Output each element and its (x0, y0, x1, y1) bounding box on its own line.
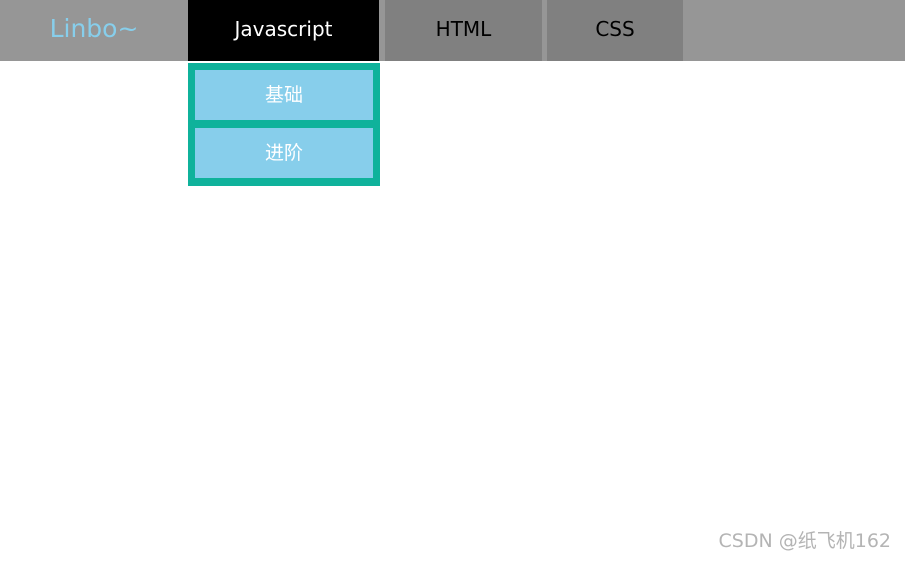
dropdown-item-basics[interactable]: 基础 (195, 70, 373, 120)
watermark: CSDN @纸飞机162 (718, 530, 891, 552)
javascript-dropdown-menu: 基础 进阶 (188, 63, 380, 186)
top-nav-bar: Linbo~ Javascript HTML CSS (0, 0, 905, 61)
logo: Linbo~ (49, 14, 139, 43)
tab-html[interactable]: HTML (385, 0, 542, 61)
dropdown-item-advanced[interactable]: 进阶 (195, 128, 373, 178)
tab-javascript[interactable]: Javascript (188, 0, 379, 61)
tab-css[interactable]: CSS (547, 0, 683, 61)
